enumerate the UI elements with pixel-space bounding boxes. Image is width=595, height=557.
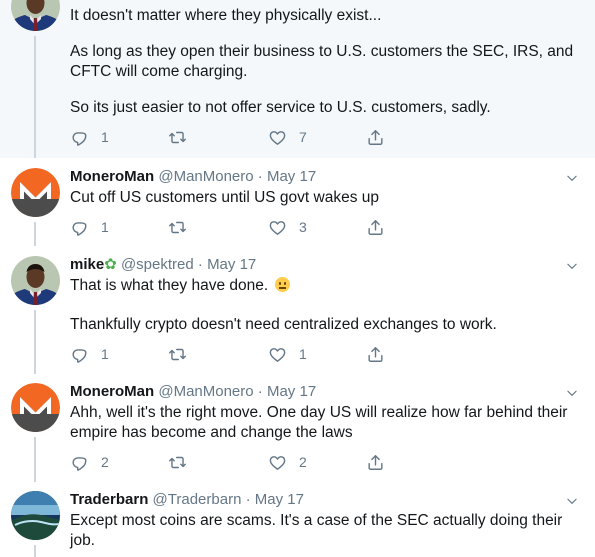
tweet-text-line: It doesn't matter where they physically … [70, 7, 382, 24]
retweet-icon [168, 128, 187, 147]
chevron-down-icon[interactable] [565, 386, 579, 400]
tweet-1[interactable]: It doesn't matter where they physically … [0, 0, 595, 158]
reply-button[interactable]: 1 [70, 217, 109, 237]
tweet-text-line: Cut off US customers until US govt wakes… [70, 189, 379, 206]
tweet-text-line: So its just easier to not offer service … [70, 99, 491, 116]
tweet-4[interactable]: MoneroMan @ManMonero · May 17 Ahh, well … [0, 374, 595, 482]
reply-icon [70, 453, 89, 472]
retweet-button[interactable] [168, 344, 187, 364]
retweet-icon [168, 453, 187, 472]
like-count: 3 [299, 219, 307, 235]
separator: · [197, 256, 203, 273]
tweet-actions: 1 1 [70, 344, 390, 364]
like-button[interactable]: 2 [268, 452, 307, 472]
share-icon [366, 345, 385, 364]
share-icon [366, 128, 385, 147]
share-icon [366, 453, 385, 472]
retweet-button[interactable] [168, 217, 187, 237]
reply-count: 2 [101, 454, 109, 470]
tweet-date[interactable]: May 17 [207, 256, 256, 273]
display-name[interactable]: Traderbarn [70, 491, 148, 508]
tweet-text-line: That is what they have done. [70, 276, 290, 296]
separator: · [245, 491, 251, 508]
reply-icon [70, 345, 89, 364]
like-count: 7 [299, 129, 307, 145]
share-button[interactable] [366, 217, 385, 237]
like-icon [268, 345, 287, 364]
retweet-button[interactable] [168, 127, 187, 147]
like-icon [268, 453, 287, 472]
retweet-button[interactable] [168, 452, 187, 472]
tweet-actions: 2 2 [70, 452, 390, 472]
tweet-text-line: empire has become and change the laws [70, 424, 353, 441]
like-count: 1 [299, 346, 307, 362]
chevron-down-icon[interactable] [565, 259, 579, 273]
reply-button[interactable]: 1 [70, 127, 109, 147]
tweet-text-line: CFTC will come charging. [70, 63, 248, 80]
tweet-header: Traderbarn @Traderbarn · May 17 [70, 490, 304, 510]
like-button[interactable]: 3 [268, 217, 307, 237]
tweet-text-line: Thankfully crypto doesn't need centraliz… [70, 316, 497, 333]
share-button[interactable] [366, 452, 385, 472]
avatar[interactable] [11, 383, 60, 432]
tweet-text-line: As long as they open their business to U… [70, 43, 574, 60]
tweet-date[interactable]: May 17 [255, 491, 304, 508]
like-count: 2 [299, 454, 307, 470]
avatar[interactable] [11, 491, 60, 540]
user-handle[interactable]: @Traderbarn [153, 491, 242, 508]
like-button[interactable]: 1 [268, 344, 307, 364]
share-button[interactable] [366, 127, 385, 147]
like-button[interactable]: 7 [268, 127, 307, 147]
reply-button[interactable]: 2 [70, 452, 109, 472]
like-icon [268, 128, 287, 147]
display-name[interactable]: mike [70, 256, 104, 273]
separator: · [257, 383, 263, 400]
reply-icon [70, 218, 89, 237]
thread-line [34, 310, 36, 374]
sprout-icon: ✿ [104, 256, 117, 273]
avatar[interactable] [11, 256, 60, 305]
tweet-date[interactable]: May 17 [267, 168, 316, 185]
share-button[interactable] [366, 344, 385, 364]
user-handle[interactable]: @spektred [121, 256, 194, 273]
chevron-down-icon[interactable] [565, 171, 579, 185]
like-icon [268, 218, 287, 237]
retweet-icon [168, 345, 187, 364]
display-name[interactable]: MoneroMan [70, 168, 154, 185]
grimace-emoji-icon [274, 277, 290, 292]
separator: · [257, 168, 263, 185]
user-handle[interactable]: @ManMonero [158, 168, 253, 185]
tweet-header: mike✿ @spektred · May 17 [70, 255, 256, 275]
thread-line [34, 222, 36, 246]
tweet-text-line: Except most coins are scams. It's a case… [70, 512, 563, 529]
avatar[interactable] [11, 168, 60, 217]
tweet-header: MoneroMan @ManMonero · May 17 [70, 382, 316, 402]
tweet-actions: 1 3 [70, 217, 390, 237]
share-icon [366, 218, 385, 237]
thread-line [34, 545, 36, 557]
tweet-date[interactable]: May 17 [267, 383, 316, 400]
thread-line [34, 437, 36, 482]
tweet-text-line: Ahh, well it's the right move. One day U… [70, 404, 568, 421]
tweet-2[interactable]: MoneroMan @ManMonero · May 17 Cut off US… [0, 158, 595, 246]
tweet-header: MoneroMan @ManMonero · May 17 [70, 167, 316, 187]
reply-count: 1 [101, 129, 109, 145]
chevron-down-icon[interactable] [565, 494, 579, 508]
tweet-5[interactable]: Traderbarn @Traderbarn · May 17 Except m… [0, 482, 595, 557]
display-name[interactable]: MoneroMan [70, 383, 154, 400]
tweet-3[interactable]: mike✿ @spektred · May 17 That is what th… [0, 246, 595, 374]
reply-count: 1 [101, 219, 109, 235]
reply-icon [70, 128, 89, 147]
thread-line [34, 36, 36, 158]
retweet-icon [168, 218, 187, 237]
avatar[interactable] [11, 0, 60, 31]
user-handle[interactable]: @ManMonero [158, 383, 253, 400]
tweet-actions: 1 7 [70, 127, 390, 147]
tweet-text-line: job. [70, 532, 95, 549]
reply-count: 1 [101, 346, 109, 362]
tweet-text: That is what they have done. [70, 277, 269, 294]
reply-button[interactable]: 1 [70, 344, 109, 364]
